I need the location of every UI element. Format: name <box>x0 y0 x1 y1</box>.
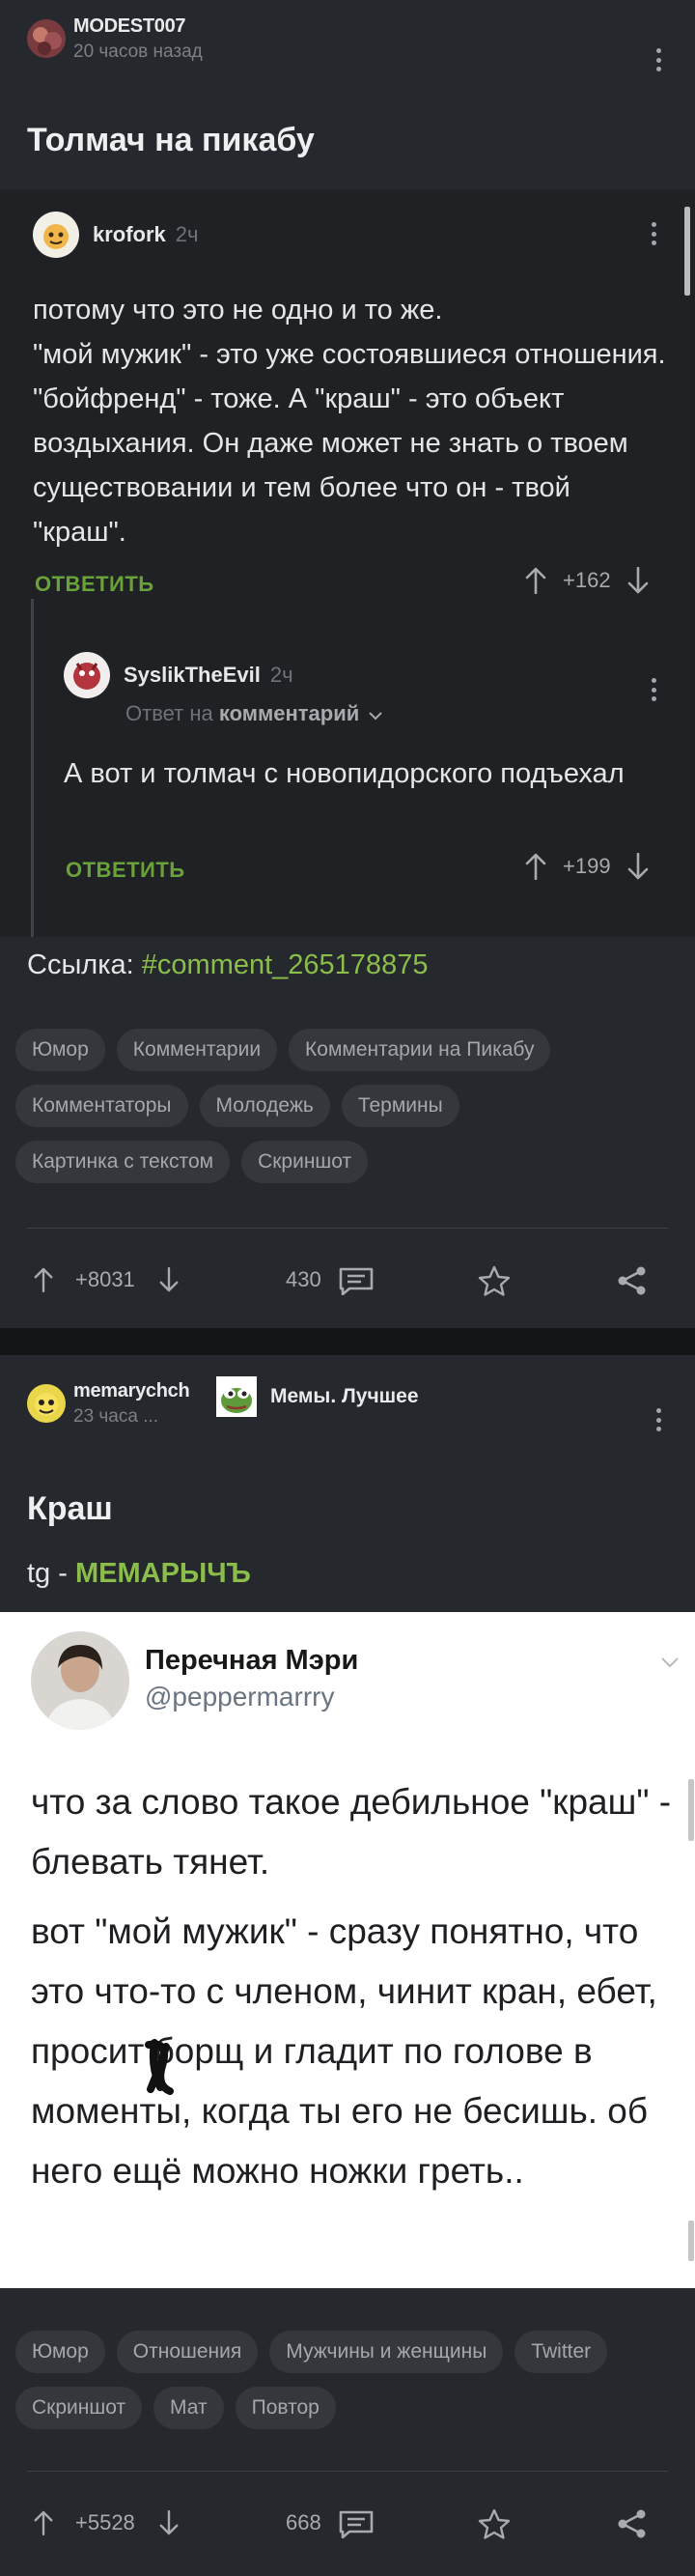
comment-icon[interactable] <box>338 2509 375 2538</box>
comment-text: потому что это не одно и то же. "мой муж… <box>33 295 666 548</box>
divider <box>27 2471 668 2472</box>
divider <box>27 1228 668 1229</box>
comment-icon[interactable] <box>338 1266 375 1295</box>
tag-chip[interactable]: Twitter <box>514 2331 608 2373</box>
scrollbar[interactable] <box>684 207 690 296</box>
tweet-text-paragraph: вот "мой мужик" - сразу понятно, что это… <box>31 1911 657 2191</box>
comments-count[interactable]: 430 <box>286 1251 321 1309</box>
reply-author[interactable]: SyslikTheEvil 2ч <box>64 651 293 699</box>
comment-author-name[interactable]: krofork <box>93 222 166 247</box>
arrow-down-icon[interactable] <box>158 2509 180 2536</box>
tag-chip[interactable]: Мат <box>153 2387 224 2429</box>
post-time: 23 часа ... <box>73 1405 159 1427</box>
post-footer: +8031 430 <box>0 1251 695 1309</box>
tweet-handle: @peppermarrry <box>145 1682 335 1712</box>
tag-chip[interactable]: Комментарии <box>116 1029 278 1071</box>
post-card: memarychch 23 часа ... Мемы. Лучшее Краш… <box>0 1355 695 2576</box>
post-text: tg - МЕМАРЫЧЪ <box>27 1558 251 1590</box>
tag-chip[interactable]: Молодежь <box>199 1085 330 1127</box>
author-avatar[interactable] <box>27 19 66 58</box>
tag-chip[interactable]: Скриншот <box>15 2387 143 2429</box>
thread-line <box>31 599 34 937</box>
comment-author[interactable]: krofork 2ч <box>33 211 199 259</box>
link-label: Ссылка: <box>27 949 134 980</box>
arrow-down-icon[interactable] <box>158 1266 180 1293</box>
tweet-screenshot: Перечная Мэри @peppermarrry что за слово… <box>0 1612 695 2288</box>
comments-count[interactable]: 668 <box>286 2494 321 2552</box>
post-author[interactable]: MODEST007 20 часов назад <box>27 12 203 66</box>
community-name[interactable]: Мемы. Лучшее <box>270 1385 419 1408</box>
post-title[interactable]: Краш <box>27 1490 113 1528</box>
post-menu-icon[interactable] <box>649 45 668 74</box>
star-icon[interactable] <box>477 2507 512 2540</box>
tweet-text-paragraph: что за слово такое дебильное "краш" - бл… <box>31 1782 672 1882</box>
comment-avatar[interactable] <box>33 212 79 258</box>
post-title[interactable]: Толмач на пикабу <box>27 122 315 159</box>
reply-author-name[interactable]: SyslikTheEvil <box>124 663 261 688</box>
reply-text: А вот и толмач с новопидорского подъехал <box>64 758 625 789</box>
tag-chip[interactable]: Комментарии на Пикабу <box>289 1029 551 1071</box>
reply-button[interactable]: ОТВЕТИТЬ <box>35 572 154 597</box>
comment-card: krofork 2ч потому что это не одно и то ж… <box>0 189 695 937</box>
reply-rating: +199 <box>563 854 611 878</box>
post-separator <box>0 1328 695 1355</box>
reply-to-line[interactable]: Ответ на комментарий <box>125 701 383 726</box>
post-author[interactable]: memarychch 23 часа ... <box>27 1376 190 1430</box>
chevron-down-icon <box>661 1657 679 1668</box>
author-avatar[interactable] <box>27 1384 66 1423</box>
tg-prefix: tg - <box>27 1558 68 1589</box>
tweet-avatar <box>31 1631 129 1730</box>
arrow-down-icon[interactable] <box>626 853 650 880</box>
star-icon[interactable] <box>477 1264 512 1297</box>
tag-chip[interactable]: Скриншот <box>241 1141 369 1183</box>
tag-list: Юмор Отношения Мужчины и женщины Twitter… <box>15 2331 681 2429</box>
post-menu-icon[interactable] <box>649 1405 668 1434</box>
reply-button[interactable]: ОТВЕТИТЬ <box>66 858 185 883</box>
tag-chip[interactable]: Термины <box>341 1085 459 1127</box>
comment-vote: +162 <box>524 564 650 597</box>
share-icon[interactable] <box>616 1264 649 1297</box>
arrow-up-icon[interactable] <box>33 2509 54 2536</box>
arrow-up-icon[interactable] <box>524 853 547 880</box>
tweet-author-name: Перечная Мэри <box>145 1645 359 1676</box>
tag-chip[interactable]: Юмор <box>15 1029 105 1071</box>
share-icon[interactable] <box>616 2507 649 2540</box>
reply-avatar[interactable] <box>64 652 110 698</box>
community-link[interactable]: Мемы. Лучшее <box>216 1376 419 1417</box>
reply-to-prefix: Ответ на <box>125 701 213 725</box>
reply-to-target[interactable]: комментарий <box>219 701 359 725</box>
chevron-down-icon[interactable] <box>369 711 383 721</box>
comment-link-value[interactable]: #comment_265178875 <box>142 949 429 980</box>
tag-chip[interactable]: Юмор <box>15 2331 105 2373</box>
post-footer: +5528 668 <box>0 2494 695 2552</box>
tag-chip[interactable]: Комментаторы <box>15 1085 188 1127</box>
censor-scribble <box>145 2039 174 2095</box>
reply-vote: +199 <box>524 850 650 883</box>
scrollbar <box>688 1779 694 1841</box>
post-card: MODEST007 20 часов назад Толмач на пикаб… <box>0 0 695 1328</box>
scrollbar <box>688 2221 694 2261</box>
author-name[interactable]: MODEST007 <box>73 15 203 38</box>
arrow-down-icon[interactable] <box>626 567 650 594</box>
tag-chip[interactable]: Повтор <box>235 2387 336 2429</box>
tag-list: Юмор Комментарии Комментарии на Пикабу К… <box>15 1029 681 1183</box>
reply-time: 2ч <box>269 663 293 687</box>
community-avatar[interactable] <box>216 1376 257 1417</box>
post-rating: +5528 <box>75 2510 135 2534</box>
tag-chip[interactable]: Мужчины и женщины <box>269 2331 504 2373</box>
comment-time: 2ч <box>175 222 199 246</box>
tag-chip[interactable]: Картинка с текстом <box>15 1141 231 1183</box>
comment-link: Ссылка: #comment_265178875 <box>27 949 428 981</box>
post-rating: +8031 <box>75 1267 135 1291</box>
comment-rating: +162 <box>563 568 611 592</box>
tg-channel-link[interactable]: МЕМАРЫЧЪ <box>75 1558 251 1589</box>
reply-menu-icon[interactable] <box>644 675 663 704</box>
post-time: 20 часов назад <box>73 41 203 62</box>
tag-chip[interactable]: Отношения <box>116 2331 259 2373</box>
comment-menu-icon[interactable] <box>644 219 663 248</box>
author-name[interactable]: memarychch <box>73 1380 190 1402</box>
arrow-up-icon[interactable] <box>524 567 547 594</box>
arrow-up-icon[interactable] <box>33 1266 54 1293</box>
